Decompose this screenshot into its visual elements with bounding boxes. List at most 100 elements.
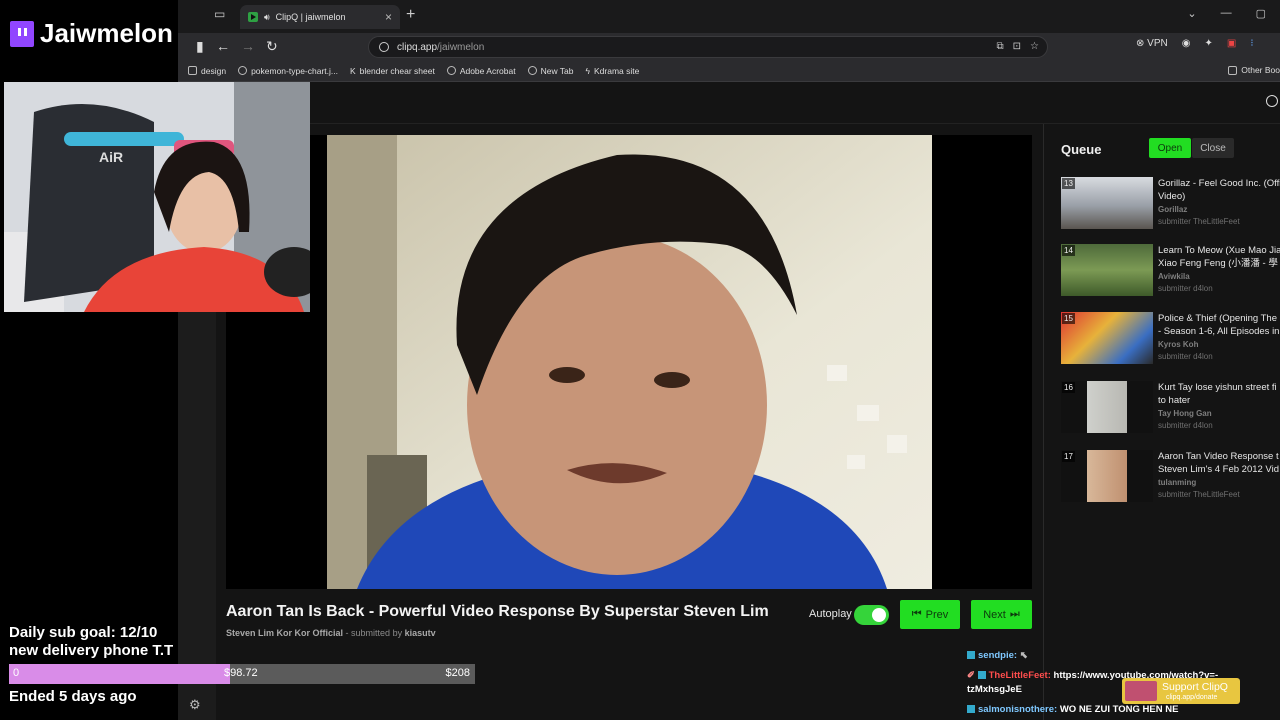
history-icon[interactable] (1266, 95, 1278, 107)
settings-gear-icon[interactable]: ⚙ (189, 697, 201, 713)
goal-current-label: $98.72 (224, 667, 258, 679)
queue-item[interactable]: 17 Aaron Tan Video Response t Steven Lim'… (1061, 450, 1280, 510)
chat-text: WO NE ZUI TONG HEN NE (1059, 704, 1179, 715)
queue-item-title-line2: - Season 1-6, All Episodes in (1158, 326, 1280, 337)
chat-badge-icon (967, 705, 975, 714)
queue-item[interactable]: 14 Learn To Meow (Xue Mao Jia Xiao Feng F… (1061, 244, 1280, 304)
minimize-icon[interactable]: — (1221, 7, 1232, 20)
skip-back-icon: ⏮ (911, 608, 922, 620)
queue-close-button[interactable]: Close (1192, 138, 1234, 158)
queue-item[interactable]: 13 Gorillaz - Feel Good Inc. (Offi Video)… (1061, 177, 1280, 237)
queue-item[interactable]: 16 Kurt Tay lose yishun street fi to hate… (1061, 381, 1280, 441)
chat-badge-icon (967, 651, 975, 660)
sidebar-toggle-icon[interactable]: ▮ (196, 38, 204, 55)
new-tab-icon[interactable]: + (406, 6, 415, 24)
bookmark-star-icon[interactable]: ☆ (1030, 41, 1039, 52)
next-button[interactable]: Next ⏭ (971, 600, 1032, 629)
tab-search-icon[interactable]: ▭ (214, 7, 225, 21)
prev-button[interactable]: ⏮ Prev (900, 600, 960, 629)
extension-badge-icon[interactable]: ▣ (1227, 38, 1236, 49)
pin-icon: ✐ (967, 670, 975, 681)
screenshot-icon[interactable]: ⧉ (997, 41, 1004, 52)
address-bar[interactable]: clipq.app/jaiwmelon ⧉ ⊡ ☆ (368, 36, 1048, 58)
site-info-icon[interactable] (379, 42, 389, 52)
queue-number: 13 (1062, 178, 1075, 189)
queue-item-channel: tulanming (1158, 478, 1197, 487)
queue-item-title: Kurt Tay lose yishun street fi to hater (1158, 381, 1280, 407)
support-clipq-banner[interactable]: Support ClipQ clipq.app/donate (1122, 678, 1240, 704)
queue-item-title: Police & Thief (Opening The - Season 1-6,… (1158, 312, 1280, 338)
page-header (178, 82, 1280, 124)
bookmark-design[interactable]: design (188, 66, 226, 76)
queue-title: Queue (1061, 142, 1102, 157)
queue-item-title-line1: Kurt Tay lose yishun street fi (1158, 382, 1277, 393)
queue-item-title-line1: Gorillaz - Feel Good Inc. (Offi (1158, 178, 1280, 189)
queue-item-submitter: submitter TheLittleFeet (1158, 217, 1240, 226)
vpn-label: VPN (1147, 38, 1168, 49)
autoplay-toggle[interactable] (854, 605, 889, 625)
queue-thumbnail: 15 (1061, 312, 1153, 364)
queue-item-submitter: submitter d4lon (1158, 421, 1213, 430)
speaker-icon: 🔊︎ (264, 11, 270, 22)
chat-username: salmonisnothere: (978, 704, 1058, 715)
bookmark-acrobat[interactable]: Adobe Acrobat (446, 66, 516, 76)
maximize-icon[interactable]: ▢ (1256, 7, 1266, 20)
queue-item-channel: Gorillaz (1158, 205, 1188, 214)
queue-item-title-line1: Police & Thief (Opening The (1158, 313, 1277, 324)
queue-item-channel: Tay Hong Gan (1158, 409, 1212, 418)
other-bookmarks[interactable]: Other Boo (1228, 65, 1280, 75)
video-frame[interactable] (327, 135, 932, 589)
more-menu-icon[interactable]: ⁝ (1250, 38, 1253, 49)
chevron-down-icon[interactable]: ⌄ (1187, 7, 1196, 20)
video-submitter[interactable]: kiasutv (405, 628, 436, 638)
install-icon[interactable]: ⊡ (1013, 41, 1021, 52)
queue-item-channel: Kyros Koh (1158, 340, 1199, 349)
donation-goal-fill (9, 664, 231, 684)
queue-item-title: Learn To Meow (Xue Mao Jia Xiao Feng Feng… (1158, 244, 1280, 270)
other-bookmarks-label: Other Boo (1241, 65, 1280, 75)
channel-name-text: Jaiwmelon (40, 18, 173, 48)
globe-icon (446, 66, 456, 75)
prev-label: Prev (925, 608, 949, 621)
bookmark-blender[interactable]: Kblender chear sheet (350, 66, 435, 76)
webcam-image: AiR (4, 82, 310, 312)
tab-title: ClipQ | jaiwmelon (275, 12, 346, 22)
bookmark-new-tab[interactable]: New Tab (527, 65, 574, 76)
twitch-icon (10, 20, 34, 47)
bookmark-kdrama[interactable]: ϟ Kdrama site (586, 66, 640, 76)
goal-target-label: $208 (445, 667, 470, 679)
profile-icon[interactable]: ◉ (1182, 38, 1191, 49)
queue-item-channel: Aviwkila (1158, 272, 1190, 281)
bookmark-label: design (201, 65, 227, 76)
bookmark-pokemon[interactable]: pokemon-type-chart.j... (238, 66, 338, 76)
back-icon[interactable]: ← (216, 38, 230, 54)
browser-tab[interactable]: 🔊︎ ClipQ | jaiwmelon × (240, 5, 400, 29)
bookmarks-bar: design pokemon-type-chart.j... Kblender … (178, 60, 1280, 82)
queue-item-title-line1: Aaron Tan Video Response t (1158, 451, 1279, 462)
forward-icon[interactable]: → (241, 38, 255, 54)
goal-ended-text: Ended 5 days ago (9, 688, 137, 705)
sub-goal-text: Daily sub goal: 12/10 (9, 624, 158, 641)
queue-item-title-line2: Steven Lim's 4 Feb 2012 Vid (1158, 464, 1279, 475)
chat-username: sendpie: (978, 650, 1018, 661)
queue-item[interactable]: 15 Police & Thief (Opening The - Season 1… (1061, 312, 1280, 372)
chat-text-continued: tzMxhsgJeE (967, 684, 1022, 695)
extensions-icon[interactable]: ✦ (1204, 38, 1212, 49)
globe-icon (238, 66, 248, 75)
queue-item-submitter: submitter d4lon (1158, 284, 1213, 293)
reload-icon[interactable]: ↻ (266, 38, 278, 55)
vpn-button[interactable]: ⊗ VPN (1136, 38, 1168, 49)
video-channel[interactable]: Steven Lim Kor Kor Official (226, 628, 343, 638)
chat-message: salmonisnothere: WO NE ZUI TONG HEN NE (967, 704, 1178, 715)
queue-item-title-line2: Xiao Feng Feng (小潘潘 - 學 (1158, 258, 1278, 269)
video-meta: Steven Lim Kor Kor Official - submitted … (226, 628, 436, 638)
bookmark-label: New Tab (540, 65, 574, 76)
queue-item-title: Gorillaz - Feel Good Inc. (Offi Video) (1158, 177, 1280, 203)
window-controls: ⌄ — ▢ (1187, 7, 1266, 20)
queue-number: 17 (1062, 451, 1075, 462)
support-url: clipq.app/donate (1166, 694, 1218, 701)
queue-number: 15 (1062, 313, 1075, 324)
close-tab-icon[interactable]: × (385, 10, 392, 24)
bookmark-label: blender chear sheet (359, 65, 435, 76)
queue-open-button[interactable]: Open (1149, 138, 1191, 158)
